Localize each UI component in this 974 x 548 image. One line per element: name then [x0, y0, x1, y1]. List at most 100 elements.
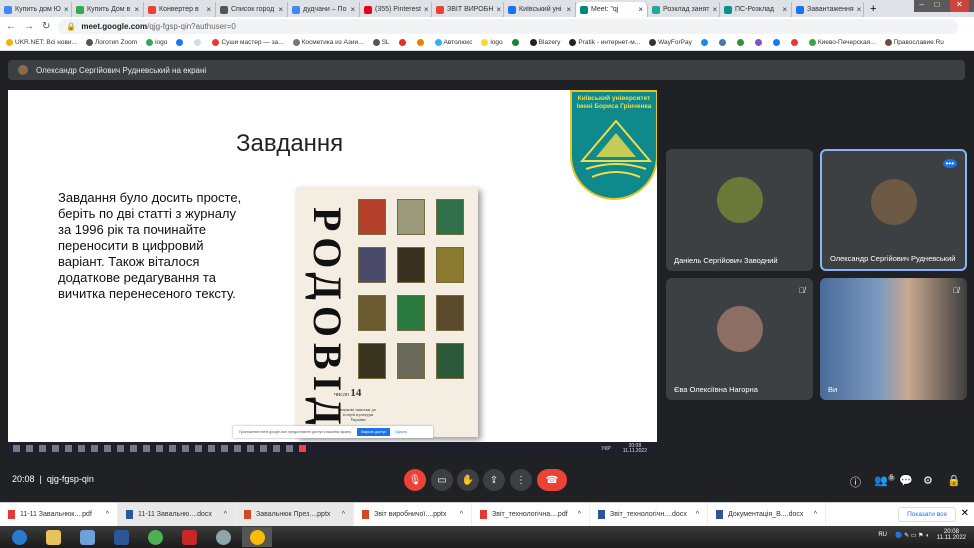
- download-item[interactable]: Звіт_технологічн....docx ^: [590, 502, 708, 527]
- close-tab-icon[interactable]: ×: [496, 5, 501, 14]
- close-window-button[interactable]: ✕: [949, 0, 969, 12]
- browser-tab[interactable]: Купить Дом в ×: [72, 2, 144, 17]
- paint-icon[interactable]: [208, 527, 238, 547]
- bookmark-item[interactable]: Киево-Печерская...: [808, 39, 876, 47]
- download-item[interactable]: Звіт виробничої....pptx ^: [354, 502, 472, 527]
- bookmark-item[interactable]: Суши мастер — за...: [212, 39, 284, 47]
- chevron-up-icon[interactable]: ^: [342, 511, 345, 518]
- word-icon[interactable]: [106, 527, 136, 547]
- browser-tab[interactable]: Конвертер в ×: [144, 2, 216, 17]
- back-icon[interactable]: ←: [6, 21, 16, 32]
- mic-off-button[interactable]: 🎙: [404, 469, 426, 491]
- bookmark-item[interactable]: [416, 39, 426, 47]
- hide-notice-link[interactable]: Скрыть: [395, 430, 407, 434]
- bookmark-item[interactable]: UKR.NET: Всі нови...: [6, 39, 77, 47]
- bookmark-item[interactable]: [718, 39, 728, 47]
- reload-icon[interactable]: ↻: [42, 21, 50, 32]
- bookmark-item[interactable]: logo: [481, 39, 503, 47]
- browser-tab[interactable]: Список город ×: [216, 2, 288, 17]
- bookmark-item[interactable]: Pratik - интернет-м...: [569, 39, 640, 47]
- bookmark-item[interactable]: Blazery: [529, 39, 560, 47]
- chrome-active-icon[interactable]: [242, 527, 272, 547]
- chevron-up-icon[interactable]: ^: [696, 511, 699, 518]
- system-clock[interactable]: 20:08 11.11.2022: [937, 529, 966, 541]
- browser-tab[interactable]: Київський уні ×: [504, 2, 576, 17]
- forward-icon[interactable]: →: [24, 21, 34, 32]
- close-tab-icon[interactable]: ×: [566, 5, 571, 14]
- browser-tab[interactable]: ПС-Розклад ×: [720, 2, 792, 17]
- participant-tile[interactable]: 🎙̸ Єва Олексіївна Нагорна: [666, 278, 813, 400]
- new-tab-button[interactable]: +: [870, 3, 876, 15]
- close-tab-icon[interactable]: ×: [638, 5, 643, 14]
- close-tab-icon[interactable]: ×: [782, 5, 787, 14]
- bookmark-item[interactable]: [176, 39, 185, 47]
- bookmark-item[interactable]: [194, 39, 203, 47]
- bookmark-item[interactable]: Автолюкс: [434, 39, 472, 47]
- close-downloads-icon[interactable]: ✕: [961, 508, 969, 519]
- start-button[interactable]: [4, 527, 34, 547]
- people-icon[interactable]: 👥 5: [874, 474, 896, 487]
- chevron-up-icon[interactable]: ^: [460, 511, 463, 518]
- browser-tab[interactable]: Meet: "qj ×: [576, 2, 648, 17]
- bookmark-item[interactable]: Православие.Ru: [884, 39, 944, 47]
- download-item[interactable]: Документація_В....docx ^: [708, 502, 826, 527]
- url-input[interactable]: 🔒 meet.google.com/qjg-fgsp-qin?authuser=0: [58, 19, 959, 34]
- download-item[interactable]: 11-11 Завальнюк....pdf ^: [0, 502, 118, 527]
- bookmark-item[interactable]: [736, 39, 746, 47]
- show-all-button[interactable]: Показати все: [898, 507, 956, 522]
- network-app-icon[interactable]: [72, 527, 102, 547]
- close-tab-icon[interactable]: ×: [713, 5, 718, 14]
- language-indicator[interactable]: RU: [878, 532, 887, 538]
- more-options-button[interactable]: ⋮: [510, 469, 532, 491]
- participant-tile[interactable]: ••• Олександр Сергійович Рудневський: [820, 149, 967, 271]
- chat-icon[interactable]: 💬: [899, 474, 913, 487]
- bookmark-item[interactable]: Логотип Zoom: [85, 39, 137, 47]
- browser-tab[interactable]: ЗВІТ ВИРОБН ×: [432, 2, 504, 17]
- download-item[interactable]: 11-11 Завальню....docx ^: [118, 502, 236, 527]
- browser-tab[interactable]: Купить дом Ю ×: [0, 2, 72, 17]
- browser-tab[interactable]: Розклад занят ×: [648, 2, 720, 17]
- bookmark-item[interactable]: [790, 39, 800, 47]
- camera-button[interactable]: ▭: [431, 469, 453, 491]
- bookmark-label: SL: [381, 39, 390, 47]
- bookmark-item[interactable]: logo: [146, 39, 167, 47]
- download-item[interactable]: Завальнюк През....pptx ^: [236, 502, 354, 527]
- participant-tile[interactable]: Даніель Сергійович Заводний: [666, 149, 813, 271]
- close-tab-icon[interactable]: ×: [857, 5, 862, 14]
- chevron-up-icon[interactable]: ^: [106, 511, 109, 518]
- activities-icon[interactable]: ⚙: [923, 474, 933, 487]
- chevron-up-icon[interactable]: ^: [224, 511, 227, 518]
- browser-tab[interactable]: дудчани – По ×: [288, 2, 360, 17]
- close-tab-icon[interactable]: ×: [64, 5, 69, 14]
- host-controls-icon[interactable]: 🔒: [947, 474, 961, 487]
- bookmark-item[interactable]: [511, 39, 521, 47]
- close-tab-icon[interactable]: ×: [278, 5, 283, 14]
- browser-tab[interactable]: (355) Pinterest ×: [360, 2, 432, 17]
- bookmark-item[interactable]: WayForPay: [649, 39, 692, 47]
- maximize-button[interactable]: □: [934, 0, 939, 12]
- stop-sharing-button[interactable]: Закрыть доступ: [356, 428, 391, 436]
- close-tab-icon[interactable]: ×: [134, 5, 139, 14]
- bookmark-item[interactable]: [754, 39, 764, 47]
- bookmark-item[interactable]: [700, 39, 710, 47]
- chevron-up-icon[interactable]: ^: [578, 511, 581, 518]
- bookmark-item[interactable]: SL: [372, 39, 390, 47]
- present-button[interactable]: ⇪: [483, 469, 505, 491]
- info-icon[interactable]: ⓘ: [850, 474, 861, 490]
- bookmark-item[interactable]: [398, 39, 408, 47]
- chevron-up-icon[interactable]: ^: [814, 511, 817, 518]
- close-tab-icon[interactable]: ×: [350, 5, 355, 14]
- close-tab-icon[interactable]: ×: [206, 5, 211, 14]
- explorer-icon[interactable]: [38, 527, 68, 547]
- acrobat-icon[interactable]: [174, 527, 204, 547]
- close-tab-icon[interactable]: ×: [424, 5, 429, 14]
- minimize-button[interactable]: –: [919, 0, 923, 12]
- browser-tab[interactable]: Завантаження ×: [792, 2, 864, 17]
- bookmark-item[interactable]: Косметика из Азии...: [292, 39, 364, 47]
- end-call-button[interactable]: ☎: [537, 469, 567, 491]
- chrome-icon[interactable]: [140, 527, 170, 547]
- participant-tile[interactable]: 🎙̸ Ви: [820, 278, 967, 400]
- raise-hand-button[interactable]: ✋: [457, 469, 479, 491]
- download-item[interactable]: Звіт_технологічна....pdf ^: [472, 502, 590, 527]
- bookmark-item[interactable]: [772, 39, 782, 47]
